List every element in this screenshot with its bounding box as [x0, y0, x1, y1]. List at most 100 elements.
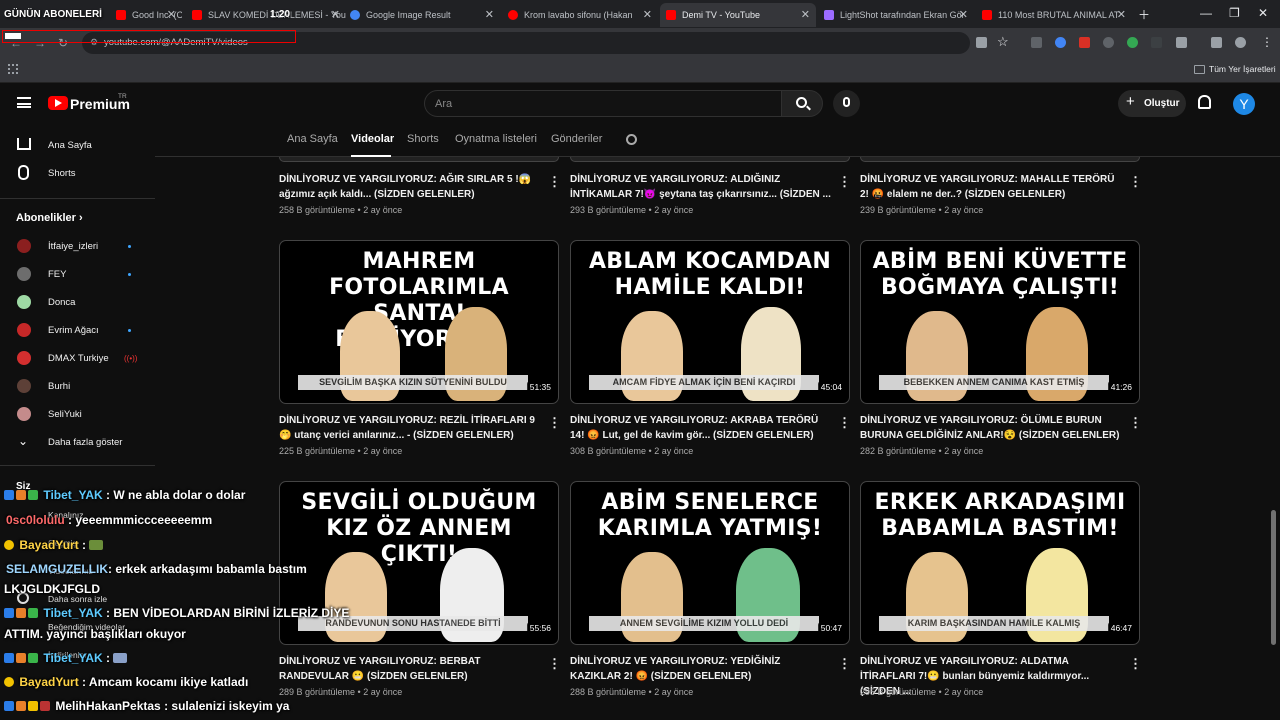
video-title[interactable]: DİNLİYORUZ VE YARGILIYORUZ: BERBAT RANDE…: [279, 654, 541, 684]
profile-icon[interactable]: [1235, 37, 1246, 48]
video-thumbnail[interactable]: [279, 157, 559, 162]
video-thumbnail[interactable]: ABLAM KOCAMDAN HAMİLE KALDI! AMCAM FİDYE…: [570, 240, 850, 404]
sidebar-sub-item[interactable]: FEY: [0, 261, 155, 287]
notifications-bell-icon[interactable]: [1198, 95, 1211, 109]
extension-icon[interactable]: [1151, 37, 1162, 48]
tab-posts[interactable]: Gönderiler: [551, 133, 602, 145]
video-thumbnail[interactable]: MAHREM FOTOLARIMLA ŞANTAJ EDİLİYORUM! SE…: [279, 240, 559, 404]
video-title[interactable]: DİNLİYORUZ VE YARGILIYORUZ: YEDİĞİNİZ KA…: [570, 654, 832, 684]
more-options-icon[interactable]: ⋮: [838, 656, 851, 672]
video-title[interactable]: DİNLİYORUZ VE YARGILIYORUZ: REZİL İTİRAF…: [279, 413, 541, 443]
browser-tab[interactable]: Google Image Result ✕: [344, 3, 500, 27]
close-tab-icon[interactable]: ✕: [167, 8, 176, 21]
video-thumbnail[interactable]: [860, 157, 1140, 162]
close-tab-icon[interactable]: ✕: [331, 8, 340, 21]
more-options-icon[interactable]: ⋮: [1129, 174, 1142, 190]
youtube-favicon-icon: [982, 10, 992, 20]
sidebar-sub-item[interactable]: Burhi: [0, 373, 155, 399]
address-bar-row: ← → ↻ ⚙ youtube.com/@AADemiTV/videos ☆ ⋮: [0, 28, 1280, 58]
sidebar-sub-item[interactable]: Donca: [0, 289, 155, 315]
close-tab-icon[interactable]: ✕: [801, 8, 810, 21]
chat-message: MelihHakanPektas : sulalenizi iskeyim ya: [4, 699, 289, 713]
hamburger-menu-icon[interactable]: [17, 97, 31, 108]
plus-icon: +: [1126, 93, 1135, 110]
extension-icon[interactable]: [1055, 37, 1066, 48]
video-thumbnail[interactable]: [570, 157, 850, 162]
bookmark-star-icon[interactable]: ☆: [997, 34, 1009, 50]
page-scrollbar[interactable]: [1271, 510, 1276, 645]
youtube-logo-icon[interactable]: [48, 96, 68, 110]
sidebar-divider: [0, 198, 155, 199]
close-tab-icon[interactable]: ✕: [485, 8, 494, 21]
sidebar-item-home[interactable]: Ana Sayfa: [0, 132, 155, 158]
thumbnail-banner: KARIM BAŞKASINDAN HAMİLE KALMIŞ: [879, 616, 1109, 631]
close-tab-icon[interactable]: ✕: [959, 8, 968, 21]
video-title[interactable]: DİNLİYORUZ VE YARGILIYORUZ: AKRABA TERÖR…: [570, 413, 832, 443]
extension-icon[interactable]: [1127, 37, 1138, 48]
sidebar-sub-item[interactable]: SeliYuki: [0, 401, 155, 427]
video-meta: 293 B görüntüleme • 2 ay önce: [570, 205, 694, 215]
sidebar-sub-item[interactable]: İtfaiye_izleri: [0, 233, 155, 259]
extension-icon[interactable]: [1031, 37, 1042, 48]
country-badge: TR: [118, 93, 127, 100]
video-title[interactable]: DİNLİYORUZ VE YARGILIYORUZ: MAHALLE TERÖ…: [860, 172, 1122, 202]
tab-shorts[interactable]: Shorts: [407, 133, 439, 145]
more-options-icon[interactable]: ⋮: [838, 174, 851, 190]
cast-icon[interactable]: [976, 37, 987, 48]
sidebar-item-shorts[interactable]: Shorts: [0, 160, 155, 186]
channel-avatar: [17, 407, 31, 421]
close-window-icon[interactable]: ✕: [1258, 6, 1268, 20]
video-title[interactable]: DİNLİYORUZ VE YARGILIYORUZ: AĞIR SIRLAR …: [279, 172, 541, 202]
maximize-icon[interactable]: ❐: [1229, 6, 1240, 20]
more-options-icon[interactable]: ⋮: [838, 415, 851, 431]
video-thumbnail[interactable]: SEVGİLİ OLDUĞUM KIZ ÖZ ANNEM ÇIKTI! RAND…: [279, 481, 559, 645]
browser-tab[interactable]: LightShot tarafından Ekran Gör ✕: [818, 3, 974, 27]
more-options-icon[interactable]: ⋮: [548, 656, 561, 672]
apps-grid-icon[interactable]: [8, 64, 18, 74]
tab-home[interactable]: Ana Sayfa: [287, 133, 338, 145]
browser-menu-icon[interactable]: ⋮: [1261, 35, 1273, 49]
extension-icon[interactable]: [1079, 37, 1090, 48]
search-input[interactable]: Ara: [424, 90, 782, 117]
extension-icon[interactable]: [1103, 37, 1114, 48]
video-title[interactable]: DİNLİYORUZ VE YARGILIYORUZ: ÖLÜMLE BURUN…: [860, 413, 1122, 443]
voice-search-button[interactable]: [833, 90, 860, 117]
sidebar-show-more[interactable]: ⌄ Daha fazla göster: [0, 429, 155, 455]
youtube-favicon-icon: [116, 10, 126, 20]
youtube-favicon-icon: [192, 10, 202, 20]
more-options-icon[interactable]: ⋮: [1129, 415, 1142, 431]
close-tab-icon[interactable]: ✕: [1117, 8, 1126, 21]
all-bookmarks-link[interactable]: Tüm Yer İşaretleri: [1209, 64, 1276, 74]
minimize-icon[interactable]: —: [1200, 6, 1212, 20]
more-options-icon[interactable]: ⋮: [548, 415, 561, 431]
extensions-puzzle-icon[interactable]: [1176, 37, 1187, 48]
video-title[interactable]: DİNLİYORUZ VE YARGILIYORUZ: ALDIĞINIZ İN…: [570, 172, 832, 202]
channel-search-icon[interactable]: [626, 134, 637, 145]
thumbnail-caption: SEVGİLİ OLDUĞUM KIZ ÖZ ANNEM ÇIKTI!: [301, 490, 537, 567]
close-tab-icon[interactable]: ✕: [643, 8, 652, 21]
tab-playlists[interactable]: Oynatma listeleri: [455, 133, 537, 145]
overlay-marker: [5, 33, 21, 39]
search-button[interactable]: [781, 90, 823, 117]
channel-avatar: [17, 267, 31, 281]
subscriptions-header[interactable]: Abonelikler ›: [16, 212, 83, 224]
tab-videos[interactable]: Videolar: [351, 133, 394, 145]
video-thumbnail[interactable]: ERKEK ARKADAŞIMI BABAMLA BASTIM! KARIM B…: [860, 481, 1140, 645]
browser-tab[interactable]: Good Inc. (Offici✕: [110, 3, 182, 27]
browser-tab-active[interactable]: Demi TV - YouTube ✕: [660, 3, 816, 27]
video-thumbnail[interactable]: ABİM SENELERCE KARIMLA YATMIŞ! ANNEM SEV…: [570, 481, 850, 645]
sidebar-sub-item[interactable]: Evrim Ağacı: [0, 317, 155, 343]
sidebar-sub-item[interactable]: DMAX Turkiye ((•)): [0, 345, 155, 371]
chat-message: Tibet_YAK : W ne abla dolar o dolar: [4, 488, 245, 502]
browser-tab[interactable]: 110 Most BRUTAL ANIMAL AT ✕: [976, 3, 1132, 27]
more-options-icon[interactable]: ⋮: [1129, 656, 1142, 672]
browser-tab[interactable]: Krom lavabo sifonu (Hakan ✕: [502, 3, 658, 27]
new-tab-icon[interactable]: ＋: [1138, 6, 1150, 23]
avatar[interactable]: Y: [1233, 93, 1255, 115]
video-duration: 51:35: [526, 381, 554, 393]
reading-list-icon[interactable]: [1211, 37, 1222, 48]
more-options-icon[interactable]: ⋮: [548, 174, 561, 190]
browser-tab[interactable]: SLAV KOMEDİ DERLEMESİ - You ✕: [186, 3, 346, 27]
video-thumbnail[interactable]: ABİM BENİ KÜVETTE BOĞMAYA ÇALIŞTI! BEBEK…: [860, 240, 1140, 404]
create-button[interactable]: + Oluştur: [1118, 90, 1186, 117]
